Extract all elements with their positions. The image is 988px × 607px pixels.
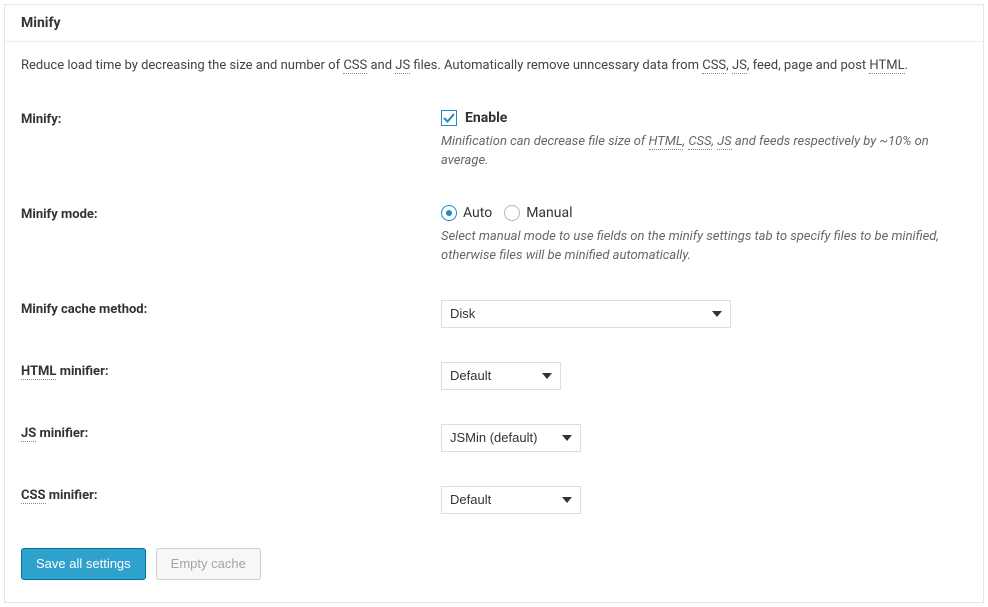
abbr-css: CSS (688, 134, 711, 150)
label-cache-method: Minify cache method: (21, 294, 441, 356)
text: and (367, 58, 395, 73)
panel-body: Reduce load time by decreasing the size … (5, 42, 983, 602)
empty-cache-button[interactable]: Empty cache (156, 548, 261, 580)
intro-text: Reduce load time by decreasing the size … (21, 56, 967, 76)
mode-help: Select manual mode to use fields on the … (441, 227, 961, 266)
text: , feed, page and post (747, 58, 870, 73)
abbr-js: JS (732, 58, 747, 74)
enable-checkbox-row: Enable (441, 110, 967, 126)
text: minifier: (46, 488, 98, 503)
settings-table: Minify: Enable Minification can decrease… (21, 104, 967, 542)
auto-label[interactable]: Auto (463, 205, 492, 221)
text: minifier: (36, 426, 88, 441)
mode-radio-group: Auto Manual (441, 205, 967, 221)
manual-label[interactable]: Manual (526, 205, 572, 221)
enable-label[interactable]: Enable (465, 110, 507, 126)
abbr-html: HTML (649, 134, 683, 150)
css-minifier-select[interactable]: Default (441, 486, 581, 514)
minify-help: Minification can decrease file size of H… (441, 132, 961, 171)
abbr-css: CSS (702, 58, 726, 74)
abbr-js: JS (395, 58, 410, 74)
checkmark-icon (443, 112, 455, 124)
radio-manual[interactable] (504, 205, 520, 221)
row-js-minifier: JS minifier: JSMin (default) (21, 418, 967, 480)
html-minifier-select[interactable]: Default (441, 362, 561, 390)
enable-checkbox[interactable] (441, 110, 457, 126)
label-minify: Minify: (21, 104, 441, 199)
radio-auto[interactable] (441, 205, 457, 221)
text: files. Automatically remove unncessary d… (410, 58, 702, 73)
abbr-html: HTML (869, 58, 904, 74)
js-minifier-select[interactable]: JSMin (default) (441, 424, 581, 452)
radio-dot-icon (446, 210, 452, 216)
abbr-js: JS (717, 134, 731, 150)
row-cache-method: Minify cache method: Disk (21, 294, 967, 356)
row-minify: Minify: Enable Minification can decrease… (21, 104, 967, 199)
panel-title: Minify (5, 5, 983, 42)
row-minify-mode: Minify mode: Auto Manual Select manual m… (21, 199, 967, 294)
button-row: Save all settings Empty cache (21, 548, 967, 580)
abbr-html: HTML (21, 364, 56, 380)
text: Minification can decrease file size of (441, 134, 649, 149)
row-html-minifier: HTML minifier: Default (21, 356, 967, 418)
text: . (905, 58, 908, 73)
text: Reduce load time by decreasing the size … (21, 58, 343, 73)
abbr-js: JS (21, 426, 36, 442)
label-minify-mode: Minify mode: (21, 199, 441, 294)
abbr-css: CSS (21, 488, 46, 504)
text: minifier: (56, 364, 108, 379)
save-all-settings-button[interactable]: Save all settings (21, 548, 146, 580)
abbr-css: CSS (343, 58, 367, 74)
label-html-minifier: HTML minifier: (21, 356, 441, 418)
row-css-minifier: CSS minifier: Default (21, 480, 967, 542)
label-js-minifier: JS minifier: (21, 418, 441, 480)
label-css-minifier: CSS minifier: (21, 480, 441, 542)
minify-panel: Minify Reduce load time by decreasing th… (4, 4, 984, 603)
cache-method-select[interactable]: Disk (441, 300, 731, 328)
